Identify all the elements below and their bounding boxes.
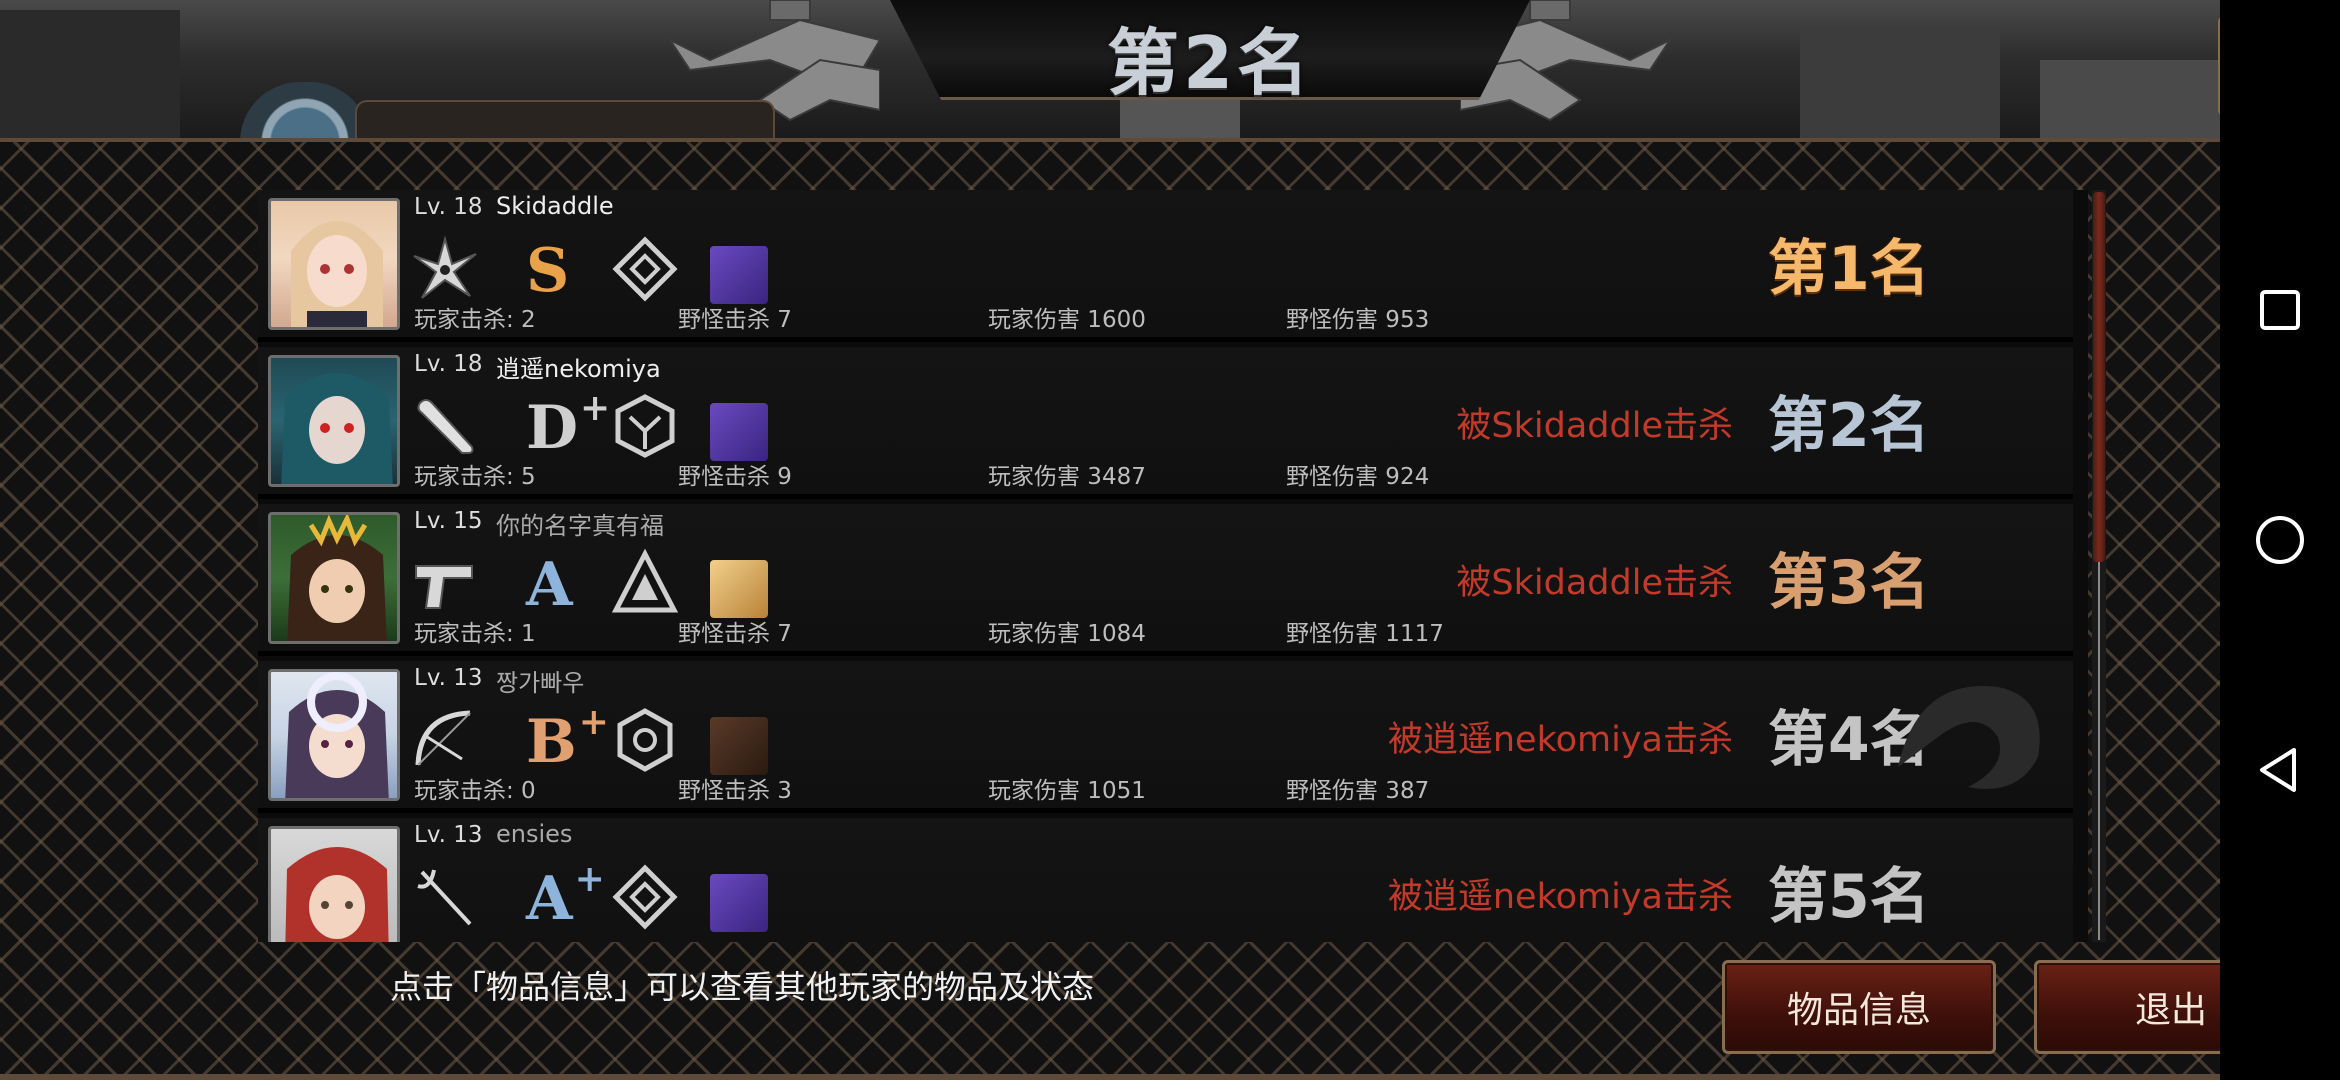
player-damage: 玩家伤害 1084: [988, 621, 1146, 647]
grade-badge: B+: [526, 701, 609, 777]
grade-plus: +: [578, 701, 609, 743]
player-row[interactable]: Lv. 13 ensies A+ 被逍遥nekomiya击杀 第5名: [258, 818, 2073, 942]
player-name: 逍遥nekomiya: [496, 355, 661, 383]
faction-watermark-icon: [1898, 686, 2040, 789]
monster-damage: 野怪伤害 924: [1286, 464, 1430, 490]
player-damage: 玩家伤害 1600: [988, 307, 1146, 333]
monster-damage: 野怪伤害 387: [1286, 778, 1430, 804]
grade-badge: A: [526, 544, 575, 620]
panel-bottom-border: [0, 1074, 2220, 1080]
grade-badge: D+: [526, 387, 610, 463]
hexagon-emblem-icon: [617, 708, 673, 772]
monster-damage: 野怪伤害 953: [1286, 307, 1430, 333]
monster-kills: 野怪击杀 3: [678, 778, 792, 804]
player-level: Lv. 13: [414, 822, 483, 848]
player-name: ensies: [496, 820, 573, 848]
scrollbar-thumb[interactable]: [2093, 192, 2105, 562]
player-level: Lv. 15: [414, 508, 483, 534]
player-avatar: [268, 198, 400, 330]
rank-label: 第5名: [1768, 862, 1930, 932]
player-avatar: [268, 512, 400, 644]
rank-label: 第3名: [1768, 548, 1930, 618]
grade-letter: S: [526, 236, 570, 306]
player-level: Lv. 18: [414, 351, 483, 377]
player-name: 你的名字真有福: [496, 512, 664, 540]
player-name: 짱가빠우: [496, 669, 585, 697]
grade-badge: S: [526, 230, 571, 306]
shuriken-icon: [413, 235, 477, 299]
player-name-strip: [355, 100, 775, 140]
recents-icon[interactable]: [2250, 280, 2310, 340]
monster-kills: 野怪击杀 7: [678, 621, 792, 647]
grade-letter: A: [526, 550, 573, 620]
player-row[interactable]: Lv. 13 짱가빠우 B+ 玩家击杀: 0 野怪击杀 3 玩家伤害 1051 …: [258, 661, 2073, 813]
purple-beast-icon: [710, 246, 768, 304]
triangle-emblem-icon: [611, 548, 679, 613]
player-kills: 玩家击杀: 0: [414, 778, 536, 804]
home-icon[interactable]: [2250, 510, 2310, 570]
page-title: 第2名: [1106, 21, 1314, 105]
rank-label: 第1名: [1768, 234, 1930, 304]
gold-item-icon: [710, 560, 768, 618]
killed-by-text: 被Skidaddle击杀: [1456, 563, 1733, 603]
pistol-icon: [415, 565, 473, 609]
killed-by-text: 被逍遥nekomiya击杀: [1387, 877, 1733, 917]
rank-label: 第2名: [1768, 391, 1930, 461]
player-damage: 玩家伤害 1051: [988, 778, 1146, 804]
crossed-swords-icon: [710, 717, 768, 775]
footer-hint: 点击「物品信息」可以查看其他玩家的物品及状态: [390, 968, 1095, 1006]
player-kills: 玩家击杀: 2: [414, 307, 536, 333]
scrollbar-rail: [2098, 560, 2100, 940]
back-icon[interactable]: [2250, 740, 2310, 800]
rapier-icon: [417, 869, 472, 926]
monster-damage: 野怪伤害 1117: [1286, 621, 1444, 647]
rank-title-plate: 第2名: [890, 0, 1530, 100]
player-avatar: [268, 669, 400, 801]
player-level: Lv. 13: [414, 665, 483, 691]
player-level: Lv. 18: [414, 194, 483, 220]
player-avatar: [268, 826, 400, 942]
cube-emblem-icon: [615, 394, 675, 458]
grade-letter: B: [526, 707, 577, 777]
diamond-emblem-icon: [612, 864, 678, 930]
purple-beast-icon: [710, 874, 768, 932]
player-results-list[interactable]: Lv. 18 Skidaddle S 玩家击杀: 2 野怪击杀 7 玩家伤害 1…: [258, 190, 2088, 942]
player-row[interactable]: Lv. 18 Skidaddle S 玩家击杀: 2 野怪击杀 7 玩家伤害 1…: [258, 190, 2073, 342]
player-kills: 玩家击杀: 5: [414, 464, 536, 490]
grade-plus: +: [580, 387, 611, 429]
bow-icon: [415, 710, 471, 766]
diamond-emblem-icon: [612, 236, 678, 302]
grade-letter: A: [526, 864, 573, 934]
grade-letter: D: [526, 393, 579, 463]
player-row[interactable]: Lv. 18 逍遥nekomiya D+ 玩家击杀: 5 野怪击杀 9 玩家伤害…: [258, 347, 2073, 499]
player-name: Skidaddle: [496, 192, 614, 220]
grade-plus: +: [574, 858, 605, 900]
monster-kills: 野怪击杀 9: [678, 464, 792, 490]
player-kills: 玩家击杀: 1: [414, 621, 536, 647]
grade-badge: A+: [526, 858, 605, 934]
player-damage: 玩家伤害 3487: [988, 464, 1146, 490]
killed-by-text: 被逍遥nekomiya击杀: [1387, 720, 1733, 760]
purple-beast-icon: [710, 403, 768, 461]
killed-by-text: 被Skidaddle击杀: [1456, 406, 1733, 446]
bat-icon: [417, 399, 474, 454]
player-avatar: [268, 355, 400, 487]
player-row[interactable]: Lv. 15 你的名字真有福 A 玩家击杀: 1 野怪击杀 7 玩家伤害 108…: [258, 504, 2073, 656]
item-info-button[interactable]: 物品信息: [1722, 960, 1996, 1054]
monster-kills: 野怪击杀 7: [678, 307, 792, 333]
